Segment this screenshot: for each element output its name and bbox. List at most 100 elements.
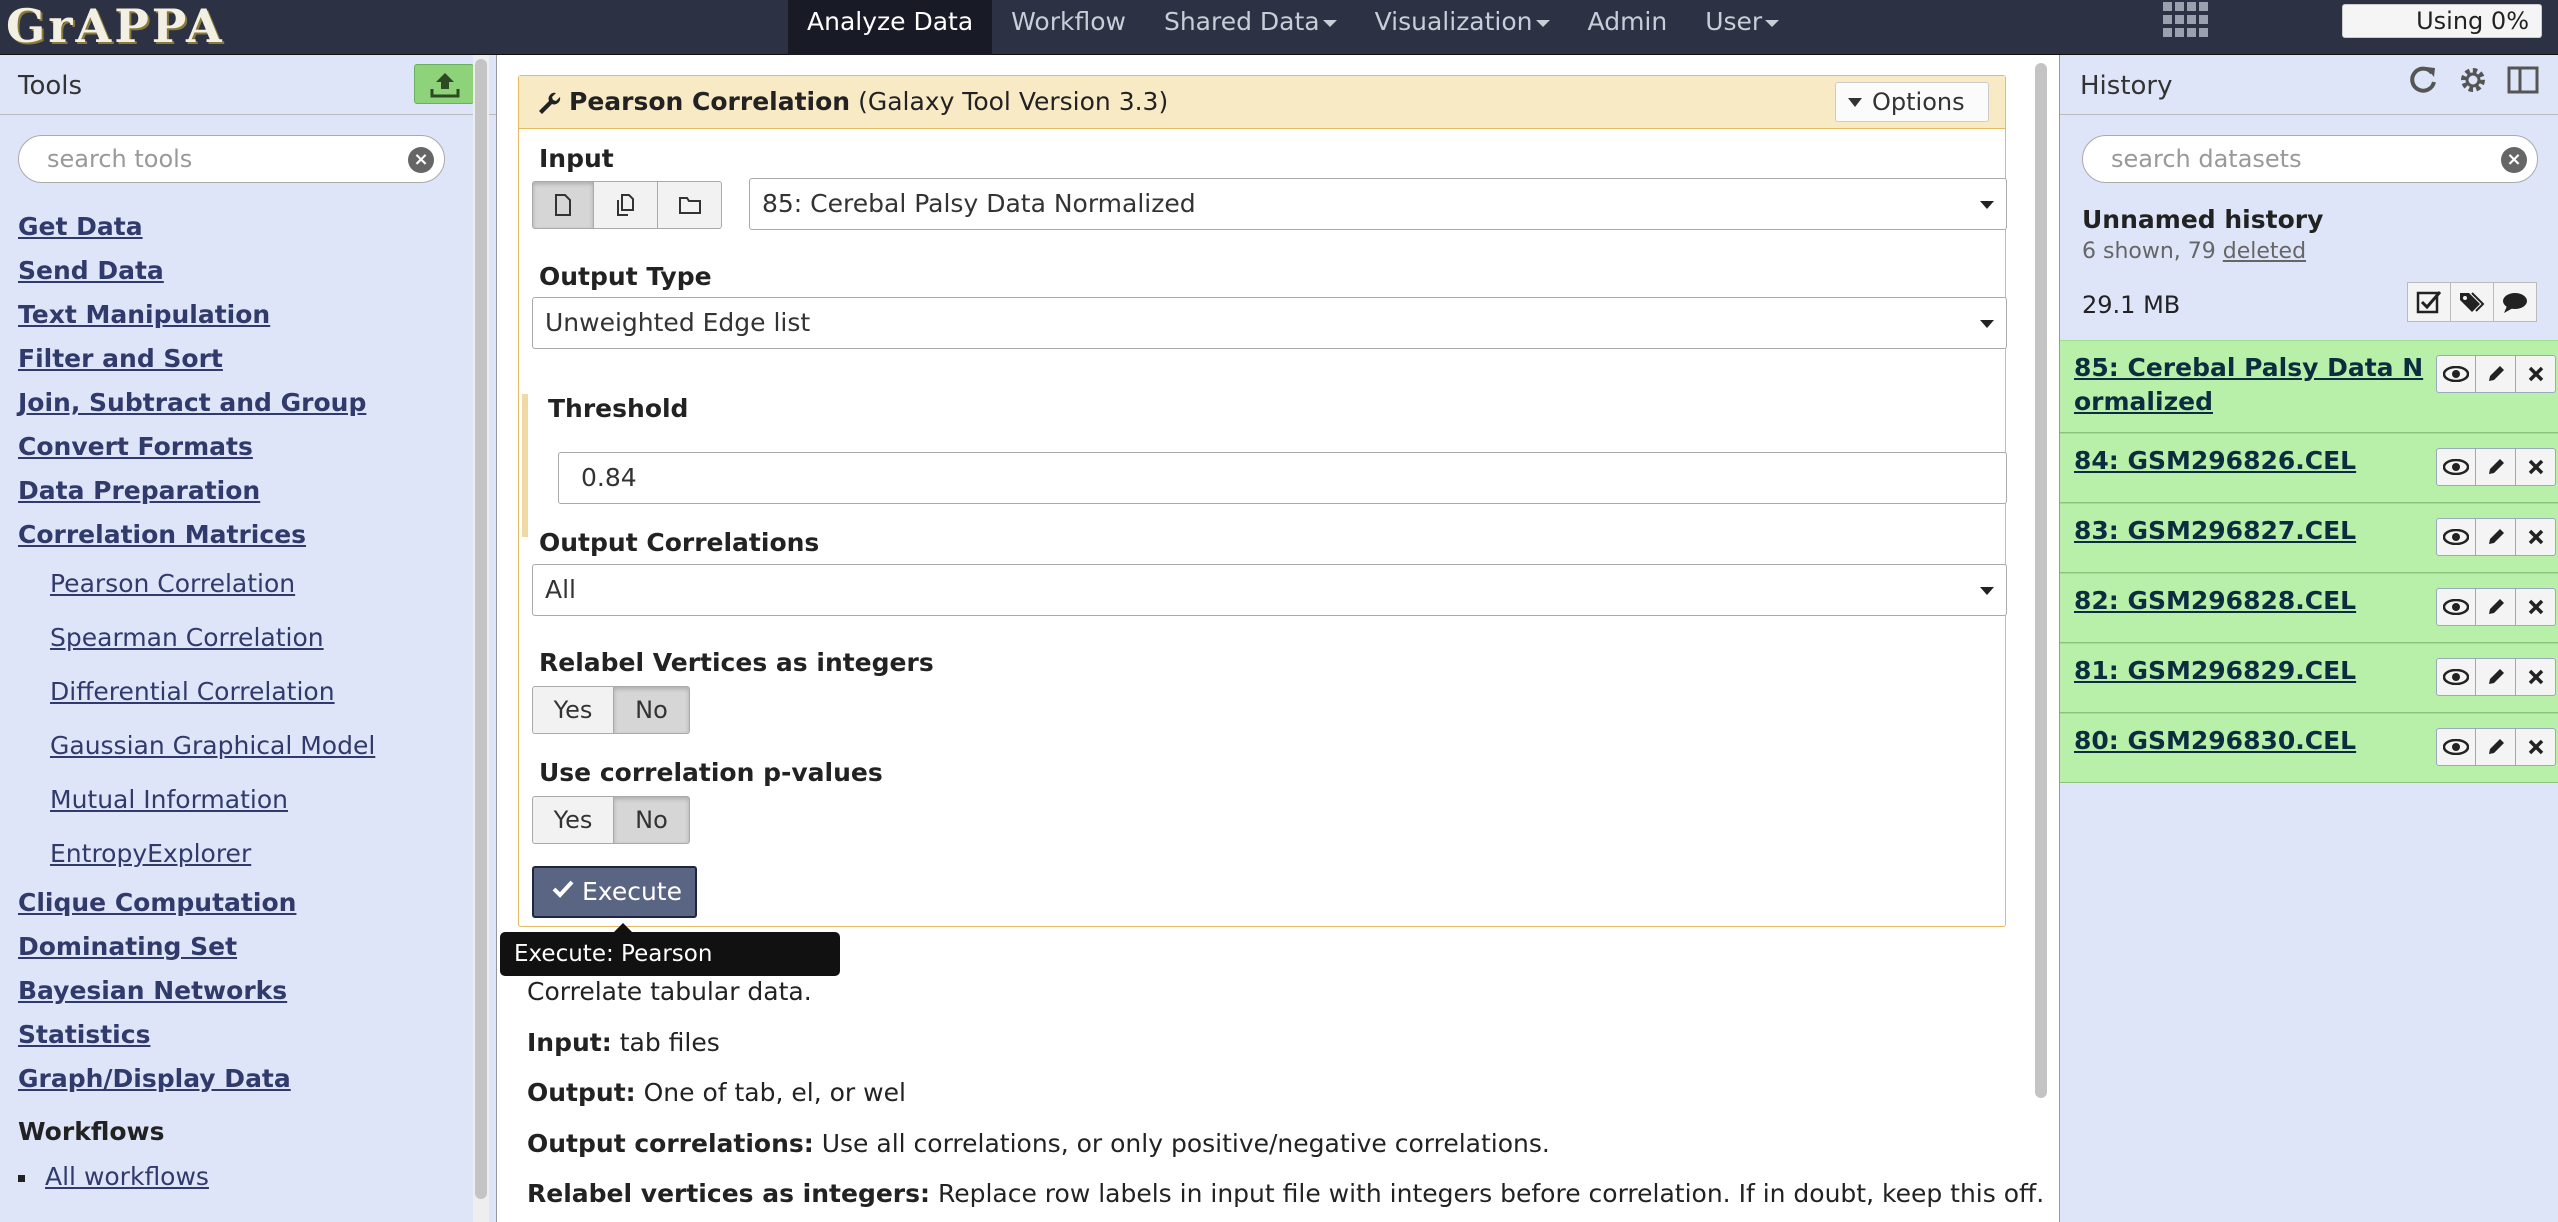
caret-down-icon bbox=[1535, 19, 1550, 27]
dataset-buttons bbox=[2436, 588, 2556, 626]
eye-icon[interactable] bbox=[2436, 588, 2476, 626]
delete-icon[interactable] bbox=[2516, 728, 2556, 766]
deleted-link[interactable]: deleted bbox=[2223, 239, 2306, 264]
tool-form: Pearson Correlation (Galaxy Tool Version… bbox=[518, 75, 2007, 927]
pencil-icon[interactable] bbox=[2476, 355, 2516, 393]
execute-button[interactable]: Execute bbox=[532, 866, 697, 918]
threshold-input[interactable]: 0.84 bbox=[558, 452, 2007, 504]
section-correlation-matrices[interactable]: Correlation Matrices bbox=[18, 513, 458, 557]
input-dataset-select[interactable]: 85: Cerebal Palsy Data Normalized bbox=[749, 178, 2007, 230]
dataset-title[interactable]: 85: Cerebal Palsy Data N ormalized bbox=[2074, 351, 2423, 419]
section-graph-display-data[interactable]: Graph/Display Data bbox=[18, 1057, 458, 1101]
tool-name: Pearson Correlation bbox=[569, 87, 851, 116]
tool-pearson-correlation[interactable]: Pearson Correlation bbox=[18, 557, 458, 611]
delete-icon[interactable] bbox=[2516, 588, 2556, 626]
nav-visualization[interactable]: Visualization bbox=[1356, 0, 1569, 55]
pvalues-yes-button[interactable]: Yes bbox=[532, 796, 614, 844]
section-bayesian-networks[interactable]: Bayesian Networks bbox=[18, 969, 458, 1013]
pencil-icon[interactable] bbox=[2476, 588, 2516, 626]
execute-label: Execute bbox=[582, 877, 682, 906]
eye-icon[interactable] bbox=[2436, 448, 2476, 486]
grid-icon[interactable] bbox=[2163, 2, 2211, 38]
section-get-data[interactable]: Get Data bbox=[18, 205, 458, 249]
tool-panel-scrollbar[interactable] bbox=[473, 55, 489, 1222]
pencil-icon[interactable] bbox=[2476, 518, 2516, 556]
relabel-yes-button[interactable]: Yes bbox=[532, 686, 614, 734]
dataset-title[interactable]: 83: GSM296827.CEL bbox=[2074, 514, 2356, 548]
columns-icon[interactable] bbox=[2506, 63, 2540, 97]
section-data-preparation[interactable]: Data Preparation bbox=[18, 469, 458, 513]
eye-icon[interactable] bbox=[2436, 658, 2476, 696]
dataset-title[interactable]: 81: GSM296829.CEL bbox=[2074, 654, 2356, 688]
upload-icon bbox=[430, 73, 460, 98]
dataset-title-line: ormalized bbox=[2074, 387, 2213, 416]
tool-differential-correlation[interactable]: Differential Correlation bbox=[18, 665, 458, 719]
pvalues-no-button[interactable]: No bbox=[614, 796, 690, 844]
section-convert-formats[interactable]: Convert Formats bbox=[18, 425, 458, 469]
section-clique-computation[interactable]: Clique Computation bbox=[18, 881, 458, 925]
check-square-icon[interactable] bbox=[2407, 282, 2451, 322]
scrollbar-thumb[interactable] bbox=[2035, 63, 2047, 1098]
refresh-icon[interactable] bbox=[2406, 63, 2440, 97]
quota-meter[interactable]: Using 0% bbox=[2342, 4, 2542, 38]
dataset-title[interactable]: 82: GSM296828.CEL bbox=[2074, 584, 2356, 618]
all-workflows-link[interactable]: All workflows bbox=[18, 1162, 209, 1191]
nav-workflow[interactable]: Workflow bbox=[992, 0, 1145, 55]
eye-icon[interactable] bbox=[2436, 728, 2476, 766]
nav-label: Visualization bbox=[1374, 7, 1533, 36]
tool-form-title: Pearson Correlation (Galaxy Tool Version… bbox=[569, 87, 1168, 116]
tool-entropy-explorer[interactable]: EntropyExplorer bbox=[18, 827, 458, 881]
dataset-item: 82: GSM296828.CEL bbox=[2060, 573, 2558, 643]
multiple-datasets-button[interactable] bbox=[594, 181, 658, 229]
upload-button[interactable] bbox=[414, 64, 474, 104]
pencil-icon[interactable] bbox=[2476, 728, 2516, 766]
nav-user[interactable]: User bbox=[1686, 0, 1798, 55]
collection-button[interactable] bbox=[658, 181, 722, 229]
delete-icon[interactable] bbox=[2516, 355, 2556, 393]
history-search-input[interactable] bbox=[2111, 145, 2481, 173]
history-name[interactable]: Unnamed history bbox=[2082, 205, 2323, 234]
eye-icon[interactable] bbox=[2436, 518, 2476, 556]
relabel-no-button[interactable]: No bbox=[614, 686, 690, 734]
dataset-title[interactable]: 84: GSM296826.CEL bbox=[2074, 444, 2356, 478]
section-join-subtract-group[interactable]: Join, Subtract and Group bbox=[18, 381, 458, 425]
tool-mutual-information[interactable]: Mutual Information bbox=[18, 773, 458, 827]
section-dominating-set[interactable]: Dominating Set bbox=[18, 925, 458, 969]
section-statistics[interactable]: Statistics bbox=[18, 1013, 458, 1057]
caret-down-icon bbox=[1765, 19, 1780, 27]
input-label: Input bbox=[539, 144, 614, 173]
help-relabel: Relabel vertices as integers: Replace ro… bbox=[527, 1169, 2044, 1220]
delete-icon[interactable] bbox=[2516, 448, 2556, 486]
gear-icon[interactable] bbox=[2456, 63, 2490, 97]
help-input: Input: tab files bbox=[527, 1018, 1997, 1069]
section-text-manipulation[interactable]: Text Manipulation bbox=[18, 293, 458, 337]
pencil-icon[interactable] bbox=[2476, 448, 2516, 486]
output-correlations-select[interactable]: All bbox=[532, 564, 2007, 616]
single-dataset-button[interactable] bbox=[532, 181, 594, 229]
clear-search-icon[interactable]: × bbox=[408, 147, 434, 173]
pvalues-toggle: Yes No bbox=[532, 796, 690, 844]
delete-icon[interactable] bbox=[2516, 658, 2556, 696]
tool-gaussian-graphical-model[interactable]: Gaussian Graphical Model bbox=[18, 719, 458, 773]
clear-search-icon[interactable]: × bbox=[2501, 147, 2527, 173]
section-send-data[interactable]: Send Data bbox=[18, 249, 458, 293]
help-text: Use all correlations, or only positive/n… bbox=[821, 1128, 1550, 1158]
tool-spearman-correlation[interactable]: Spearman Correlation bbox=[18, 611, 458, 665]
delete-icon[interactable] bbox=[2516, 518, 2556, 556]
eye-icon[interactable] bbox=[2436, 355, 2476, 393]
tags-icon[interactable] bbox=[2451, 282, 2494, 322]
brand-logo[interactable]: GrAPPA bbox=[6, 0, 225, 52]
output-type-select[interactable]: Unweighted Edge list bbox=[532, 297, 2007, 349]
nav-admin[interactable]: Admin bbox=[1569, 0, 1687, 55]
masthead: GrAPPA Analyze Data Workflow Shared Data… bbox=[0, 0, 2558, 55]
scrollbar-thumb[interactable] bbox=[475, 59, 487, 1199]
options-button[interactable]: Options bbox=[1835, 82, 1989, 122]
nav-analyze-data[interactable]: Analyze Data bbox=[788, 0, 993, 55]
dataset-title[interactable]: 80: GSM296830.CEL bbox=[2074, 724, 2356, 758]
section-filter-and-sort[interactable]: Filter and Sort bbox=[18, 337, 458, 381]
pencil-icon[interactable] bbox=[2476, 658, 2516, 696]
center-scrollbar[interactable] bbox=[2032, 63, 2050, 1213]
nav-shared-data[interactable]: Shared Data bbox=[1145, 0, 1356, 55]
tool-search-input[interactable] bbox=[47, 145, 387, 173]
comment-icon[interactable] bbox=[2494, 282, 2537, 322]
